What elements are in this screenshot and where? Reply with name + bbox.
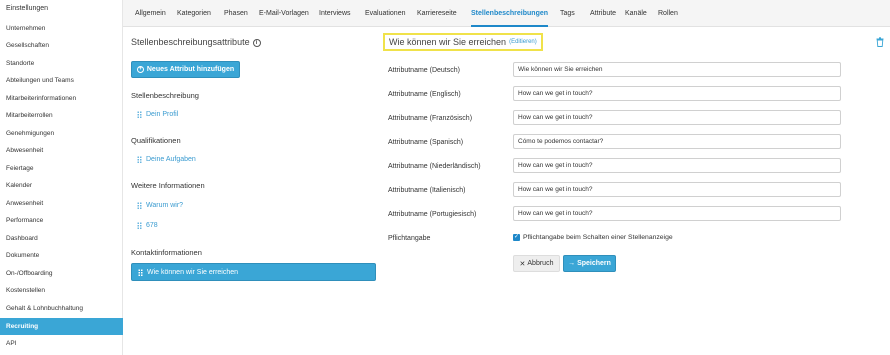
sidebar-item-dashboard[interactable]: Dashboard (0, 231, 123, 247)
tab-rollen[interactable]: Rollen (658, 0, 678, 27)
attribute-item-label: 678 (146, 222, 158, 229)
settings-tab-bar: Allgemein Kategorien Phasen E-Mail-Vorla… (123, 0, 890, 27)
section-title: Stellenbeschreibung (131, 91, 199, 100)
sidebar-item-unternehmen[interactable]: Unternehmen (0, 21, 123, 37)
attribute-item-label: Dein Profil (146, 111, 179, 118)
tab-allgemein[interactable]: Allgemein (135, 0, 166, 27)
tab-phasen[interactable]: Phasen (224, 0, 248, 27)
sidebar-item-performance[interactable]: Performance (0, 213, 123, 229)
sidebar-item-onboarding[interactable]: On-/Offboarding (0, 266, 123, 282)
edit-link[interactable]: (Editieren) (509, 39, 537, 45)
sidebar-item-api[interactable]: API (0, 336, 123, 352)
attribute-title-text: Wie können wir Sie erreichen (389, 37, 507, 47)
sidebar-item-kalender[interactable]: Kalender (0, 178, 123, 194)
attribute-edit-panel: Wie können wir Sie erreichen (Editieren)… (383, 27, 888, 327)
tab-interviews[interactable]: Interviews (319, 0, 351, 27)
field-input-spanisch[interactable]: Cómo te podemos contactar? (513, 134, 841, 149)
attribute-item[interactable]: Deine Aufgaben (137, 156, 196, 163)
sidebar-item-anwesenheit[interactable]: Anwesenheit (0, 196, 123, 212)
field-label-englisch: Attributname (Englisch) (388, 91, 461, 98)
tab-attribute[interactable]: Attribute (590, 0, 616, 27)
attribute-list-panel: Stellenbeschreibungsattribute i + Neues A… (131, 27, 376, 327)
attribute-item[interactable]: 678 (137, 222, 158, 229)
required-checkbox-row[interactable]: ✓ Pflichtangabe beim Schalten einer Stel… (513, 234, 673, 241)
attribute-item-label: Warum wir? (146, 202, 184, 209)
attribute-panel-title-text: Stellenbeschreibungsattribute (131, 37, 250, 47)
sidebar-title: Einstellungen (6, 5, 49, 12)
attribute-item-label: Wie können wir Sie erreichen (147, 268, 239, 276)
field-label-niederlaendisch: Attributname (Niederländisch) (388, 163, 481, 170)
sidebar-item-mitarbeiterrollen[interactable]: Mitarbeiterrollen (0, 108, 123, 124)
tab-kategorien[interactable]: Kategorien (177, 0, 211, 27)
sidebar-item-feiertage[interactable]: Feiertage (0, 161, 123, 177)
field-input-portugiesisch[interactable]: How can we get in touch? (513, 206, 841, 221)
sidebar-item-recruiting[interactable]: Recruiting (0, 318, 123, 335)
field-label-deutsch: Attributname (Deutsch) (388, 67, 460, 74)
sidebar-item-dokumente[interactable]: Dokumente (0, 248, 123, 264)
attribute-panel-title: Stellenbeschreibungsattribute i (131, 37, 261, 47)
sidebar-item-gehalt[interactable]: Gehalt & Lohnbuchhaltung (0, 301, 123, 317)
tab-evaluationen[interactable]: Evaluationen (365, 0, 405, 27)
required-label: Pflichtangabe (388, 235, 431, 242)
sidebar-item-mitarbeiterinformationen[interactable]: Mitarbeiterinformationen (0, 91, 123, 107)
tab-kanaele[interactable]: Kanäle (625, 0, 647, 27)
arrow-right-icon: → (568, 260, 576, 267)
info-icon[interactable]: i (252, 39, 261, 47)
attribute-item[interactable]: Warum wir? (137, 202, 183, 209)
drag-handle-icon[interactable] (137, 111, 142, 118)
field-label-portugiesisch: Attributname (Portugiesisch) (388, 211, 477, 218)
attribute-item-selected[interactable]: Wie können wir Sie erreichen (131, 263, 376, 281)
save-label: Speichern (577, 260, 611, 267)
drag-handle-icon[interactable] (137, 156, 142, 163)
drag-handle-icon[interactable] (137, 222, 142, 229)
required-checkbox[interactable]: ✓ (513, 234, 520, 241)
settings-sidebar: Einstellungen Unternehmen Gesellschaften… (0, 0, 123, 355)
section-title: Weitere Informationen (131, 181, 205, 190)
required-checkbox-label: Pflichtangabe beim Schalten einer Stelle… (523, 234, 673, 241)
drag-handle-icon[interactable] (138, 268, 143, 276)
save-button[interactable]: → Speichern (563, 255, 616, 272)
field-input-deutsch[interactable]: Wie können wir Sie erreichen (513, 62, 841, 77)
tab-email-vorlagen[interactable]: E-Mail-Vorlagen (259, 0, 309, 27)
sidebar-item-abwesenheit[interactable]: Abwesenheit (0, 143, 123, 159)
section-title: Kontaktinformationen (131, 248, 202, 257)
attribute-item[interactable]: Dein Profil (137, 111, 178, 118)
tab-stellenbeschreibungen[interactable]: Stellenbeschreibungen (471, 0, 549, 27)
add-attribute-label: Neues Attribut hinzufügen (146, 66, 235, 73)
attribute-title: Wie können wir Sie erreichen (Editieren) (383, 33, 543, 51)
field-input-italienisch[interactable]: How can we get in touch? (513, 182, 841, 197)
plus-circle-icon: + (136, 66, 144, 73)
sidebar-item-kostenstellen[interactable]: Kostenstellen (0, 283, 123, 299)
field-label-franzoesisch: Attributname (Französisch) (388, 115, 473, 122)
attribute-item-label: Deine Aufgaben (146, 156, 196, 163)
cancel-button[interactable]: ✕ Abbruch (513, 255, 560, 272)
edit-link-label: Editieren (511, 39, 535, 45)
field-input-englisch[interactable]: How can we get in touch? (513, 86, 841, 101)
cancel-label: Abbruch (527, 260, 554, 267)
sidebar-item-standorte[interactable]: Standorte (0, 56, 123, 72)
drag-handle-icon[interactable] (137, 202, 142, 209)
section-title: Qualifikationen (131, 136, 181, 145)
field-label-italienisch: Attributname (Italienisch) (388, 187, 466, 194)
field-input-niederlaendisch[interactable]: How can we get in touch? (513, 158, 841, 173)
tab-tags[interactable]: Tags (560, 0, 575, 27)
add-attribute-button[interactable]: + Neues Attribut hinzufügen (131, 61, 240, 78)
sidebar-item-genehmigungen[interactable]: Genehmigungen (0, 126, 123, 142)
field-label-spanisch: Attributname (Spanisch) (388, 139, 464, 146)
sidebar-item-abteilungen[interactable]: Abteilungen und Teams (0, 73, 123, 89)
tab-karriereseite[interactable]: Karriereseite (417, 0, 457, 27)
close-icon: ✕ (519, 260, 526, 268)
sidebar-item-gesellschaften[interactable]: Gesellschaften (0, 38, 123, 54)
field-input-franzoesisch[interactable]: How can we get in touch? (513, 110, 841, 125)
trash-icon[interactable] (876, 37, 884, 47)
